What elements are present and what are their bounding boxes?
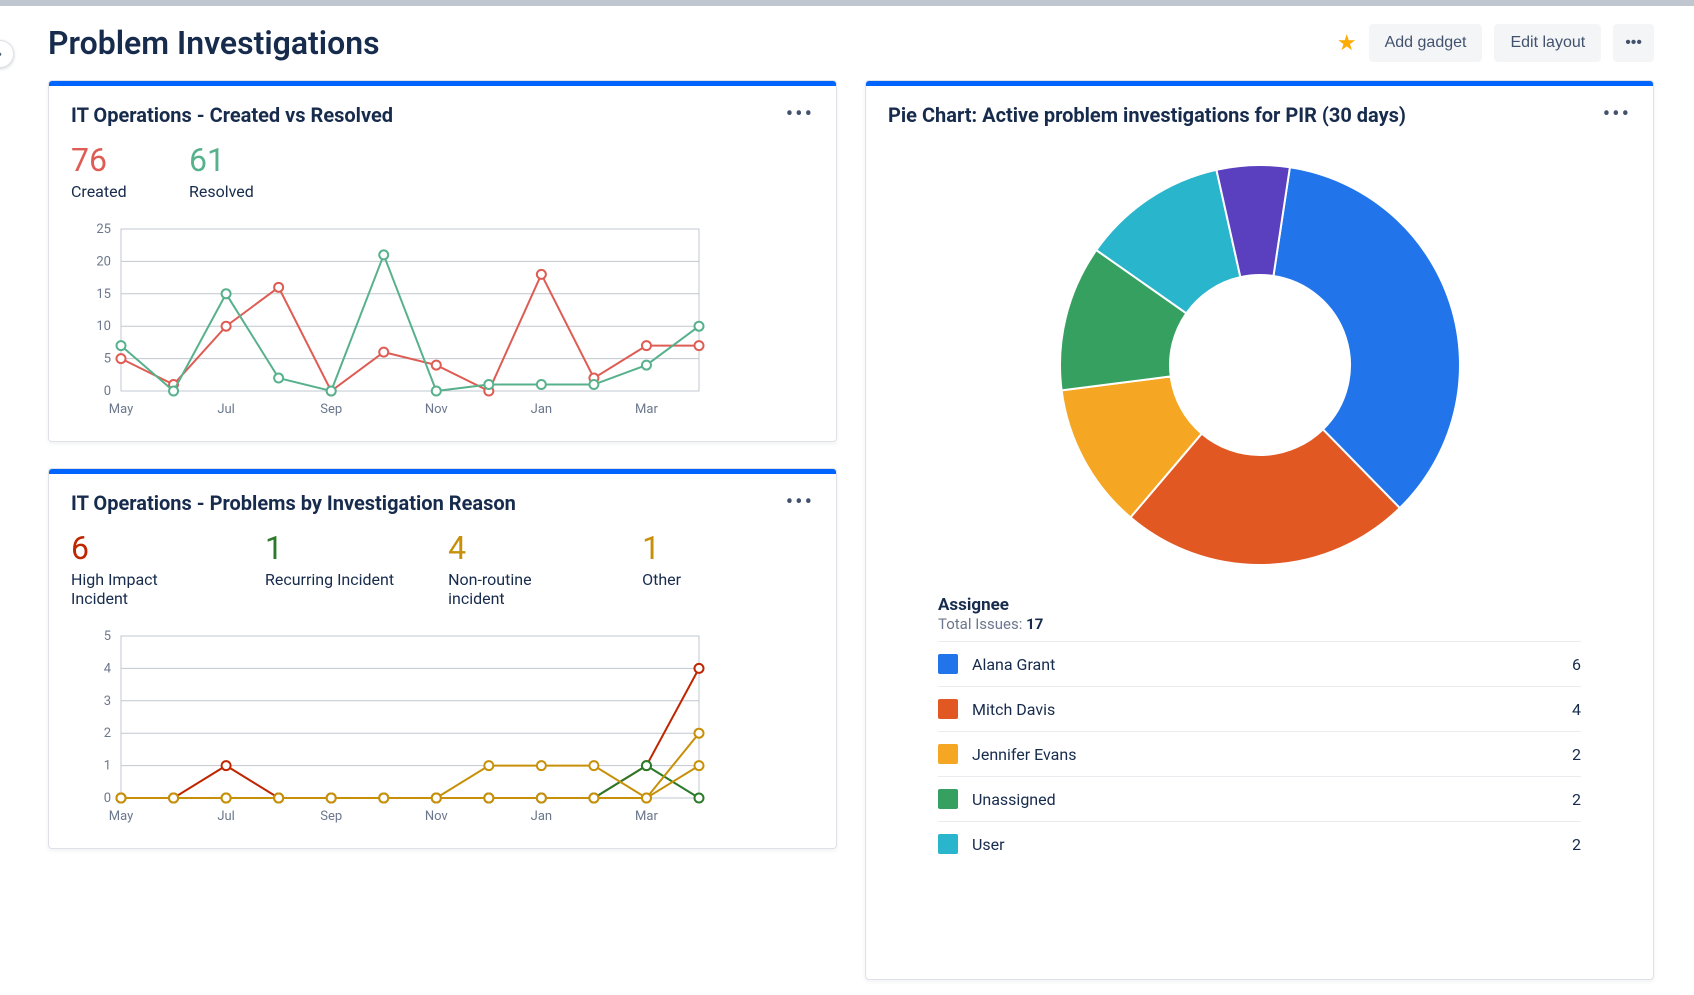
svg-text:Nov: Nov — [425, 809, 449, 824]
legend-label: Mitch Davis — [972, 700, 1055, 719]
legend-sub-prefix: Total Issues: — [938, 615, 1026, 633]
card-menu-button[interactable]: ••• — [1603, 102, 1631, 127]
chevron-right-icon: › — [0, 46, 2, 62]
svg-text:May: May — [109, 809, 133, 824]
svg-text:Jul: Jul — [217, 402, 235, 417]
stat-recurring-value: 1 — [265, 531, 394, 566]
legend-row[interactable]: Unassigned 2 — [938, 776, 1581, 821]
svg-text:0: 0 — [104, 384, 111, 399]
pie-legend: Assignee Total Issues: 17 Alana Grant 6 … — [866, 595, 1653, 866]
stat-high-impact-value: 6 — [71, 531, 211, 566]
legend-value: 6 — [1572, 655, 1581, 674]
svg-text:Mar: Mar — [635, 809, 658, 824]
page-header: Problem Investigations ★ Add gadget Edit… — [48, 24, 1654, 62]
legend-total-value: 17 — [1026, 615, 1043, 633]
page-title: Problem Investigations — [48, 24, 380, 62]
more-horizontal-icon: ••• — [786, 490, 814, 515]
edit-layout-button[interactable]: Edit layout — [1494, 24, 1601, 62]
legend-swatch — [938, 699, 958, 719]
card-title: Pie Chart: Active problem investigations… — [888, 103, 1406, 127]
legend-row[interactable]: Jennifer Evans 2 — [938, 731, 1581, 776]
legend-value: 2 — [1572, 835, 1581, 854]
line-chart: 0 1 2 3 4 5 May Jul Sep Nov Jan Mar — [71, 626, 711, 826]
summary-stats: 76 Created 61 Resolved — [71, 143, 814, 201]
svg-text:Nov: Nov — [425, 402, 449, 417]
legend-label: Jennifer Evans — [972, 745, 1076, 764]
card-title: IT Operations - Created vs Resolved — [71, 103, 393, 127]
chart-created-vs-resolved: 0 5 10 15 20 25 May Jul Sep Nov Jan Mar — [71, 219, 814, 419]
svg-text:25: 25 — [96, 222, 111, 237]
svg-text:Mar: Mar — [635, 402, 658, 417]
svg-text:May: May — [109, 402, 133, 417]
donut-chart — [1020, 145, 1500, 585]
svg-text:1: 1 — [104, 759, 111, 774]
stat-nonroutine-value: 4 — [448, 531, 588, 566]
legend-row[interactable]: Alana Grant 6 — [938, 641, 1581, 686]
stat-other-value: 1 — [642, 531, 712, 566]
stat-resolved-label: Resolved — [189, 182, 259, 201]
stat-created-value: 76 — [71, 143, 141, 178]
svg-text:20: 20 — [96, 255, 111, 270]
card-created-vs-resolved: IT Operations - Created vs Resolved ••• … — [48, 80, 837, 442]
legend-label: Unassigned — [972, 790, 1056, 809]
svg-text:3: 3 — [104, 694, 111, 709]
stat-high-impact-label: High Impact Incident — [71, 570, 211, 608]
window-top-border — [0, 0, 1694, 6]
card-menu-button[interactable]: ••• — [786, 490, 814, 515]
svg-text:Sep: Sep — [320, 809, 342, 824]
legend-label: Alana Grant — [972, 655, 1055, 674]
legend-swatch — [938, 834, 958, 854]
stat-recurring-label: Recurring Incident — [265, 570, 394, 589]
stat-resolved-value: 61 — [189, 143, 259, 178]
svg-text:Jan: Jan — [531, 402, 552, 417]
legend-label: User — [972, 835, 1005, 854]
add-gadget-button[interactable]: Add gadget — [1369, 24, 1483, 62]
sidebar-collapse-toggle[interactable]: › — [0, 40, 14, 68]
pie-chart-container — [866, 139, 1653, 595]
svg-text:0: 0 — [104, 791, 111, 806]
more-horizontal-icon: ••• — [1625, 34, 1642, 51]
svg-text:2: 2 — [104, 727, 111, 742]
legend-swatch — [938, 744, 958, 764]
legend-swatch — [938, 789, 958, 809]
card-pie-active-investigations: Pie Chart: Active problem investigations… — [865, 80, 1654, 980]
stat-nonroutine-label: Non-routine incident — [448, 570, 588, 608]
line-chart: 0 5 10 15 20 25 May Jul Sep Nov Jan Mar — [71, 219, 711, 419]
legend-row[interactable]: User 2 — [938, 821, 1581, 866]
svg-text:Jan: Jan — [531, 809, 552, 824]
legend-value: 2 — [1572, 745, 1581, 764]
legend-title: Assignee — [938, 595, 1581, 615]
summary-stats: 6 High Impact Incident 1 Recurring Incid… — [71, 531, 814, 608]
star-icon[interactable]: ★ — [1337, 31, 1357, 56]
svg-text:15: 15 — [96, 287, 111, 302]
stat-other-label: Other — [642, 570, 712, 589]
card-title: IT Operations - Problems by Investigatio… — [71, 491, 516, 515]
more-horizontal-icon: ••• — [1603, 102, 1631, 127]
chart-problems-by-reason: 0 1 2 3 4 5 May Jul Sep Nov Jan Mar — [71, 626, 814, 826]
svg-text:Jul: Jul — [217, 809, 235, 824]
card-menu-button[interactable]: ••• — [786, 102, 814, 127]
legend-value: 4 — [1572, 700, 1581, 719]
legend-swatch — [938, 654, 958, 674]
legend-row[interactable]: Mitch Davis 4 — [938, 686, 1581, 731]
svg-text:Sep: Sep — [320, 402, 342, 417]
more-horizontal-icon: ••• — [786, 102, 814, 127]
header-actions: ★ Add gadget Edit layout ••• — [1337, 24, 1654, 62]
card-problems-by-reason: IT Operations - Problems by Investigatio… — [48, 468, 837, 849]
svg-text:5: 5 — [104, 352, 111, 367]
legend-subtitle: Total Issues: 17 — [938, 615, 1581, 633]
stat-created-label: Created — [71, 182, 141, 201]
svg-text:5: 5 — [104, 629, 111, 644]
svg-text:10: 10 — [96, 319, 111, 334]
legend-value: 2 — [1572, 790, 1581, 809]
svg-text:4: 4 — [104, 662, 112, 677]
more-actions-button[interactable]: ••• — [1613, 24, 1654, 62]
